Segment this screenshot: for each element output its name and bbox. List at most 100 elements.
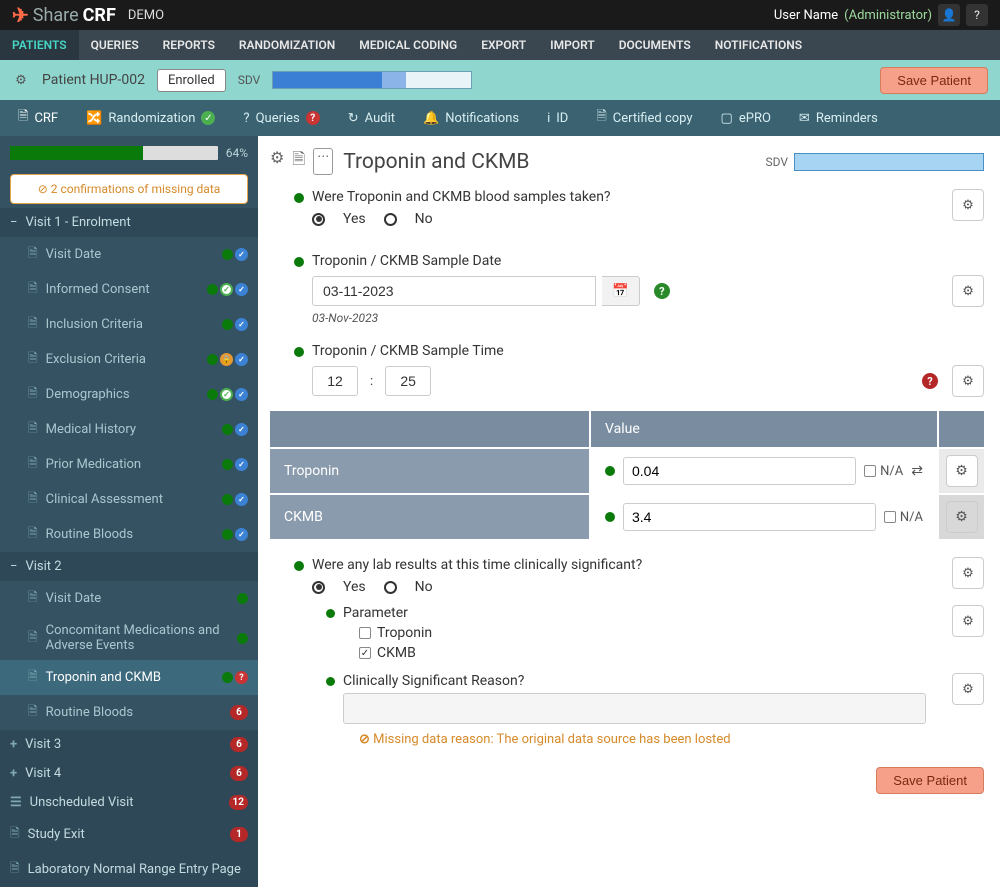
q4-no-radio[interactable] (384, 581, 397, 594)
nav-documents[interactable]: DOCUMENTS (607, 30, 703, 60)
user-name: User Name (774, 8, 838, 23)
sidebar-inclusion-criteria[interactable]: 🗎Inclusion Criteria✓ (0, 307, 258, 342)
subtab-crf[interactable]: 🗎CRF (18, 107, 58, 129)
time-mm-input[interactable] (385, 366, 431, 396)
visit-4-header[interactable]: +Visit 46 (0, 759, 258, 788)
visit-3-header[interactable]: +Visit 36 (0, 730, 258, 759)
sample-date-input[interactable] (312, 276, 596, 306)
time-hh-input[interactable] (312, 366, 358, 396)
logo: ✈ ShareCRF DEMO (12, 3, 164, 27)
status-dot (326, 677, 335, 686)
troponin-input[interactable] (623, 457, 856, 485)
nav-medical-coding[interactable]: MEDICAL CODING (347, 30, 469, 60)
user-icon[interactable]: 👤 (938, 4, 960, 26)
confirm-missing-banner[interactable]: ⊘ 2 confirmations of missing data (10, 174, 248, 204)
nav-queries[interactable]: QUERIES (79, 30, 151, 60)
sdv-page-progress (794, 153, 984, 171)
sdv-label: SDV (238, 73, 261, 87)
page-icon[interactable]: 🗎 (292, 148, 305, 175)
nav-randomization[interactable]: RANDOMIZATION (227, 30, 347, 60)
q4-gear-button[interactable]: ⚙ (952, 557, 984, 589)
subtab-epro[interactable]: ▢ePRO (721, 111, 771, 126)
doc-icon: 🗎 (28, 384, 38, 405)
sidebar-informed-consent[interactable]: 🗎Informed Consent✓✓ (0, 272, 258, 307)
q1-gear-button[interactable]: ⚙ (952, 189, 984, 221)
save-patient-button[interactable]: Save Patient (880, 67, 988, 94)
patient-status: Enrolled (157, 69, 226, 92)
nav-reports[interactable]: REPORTS (151, 30, 227, 60)
visit-2-header[interactable]: −Visit 2 (0, 552, 258, 581)
parameter-label: Parameter (343, 605, 944, 621)
q3-label: Troponin / CKMB Sample Time (312, 343, 984, 359)
subtab-id[interactable]: iID (547, 111, 568, 126)
subtab-notifications[interactable]: 🔔Notifications (423, 111, 519, 126)
subtab-reminders[interactable]: ✉Reminders (799, 111, 878, 126)
nav-notifications[interactable]: NOTIFICATIONS (703, 30, 814, 60)
param-ckmb-label: CKMB (377, 645, 416, 661)
date-formatted: 03-Nov-2023 (312, 311, 984, 325)
progress-pct: 64% (226, 146, 248, 160)
na-checkbox[interactable] (864, 465, 876, 477)
sub-nav: 🗎CRF 🔀Randomization✓ ?Queries? ↻Audit 🔔N… (0, 100, 1000, 136)
q3-gear-button[interactable]: ⚙ (952, 365, 984, 397)
sidebar-v2-visit-date[interactable]: 🗎Visit Date (0, 581, 258, 616)
doc-icon: 🗎 (10, 824, 20, 845)
doc-icon: 🗎 (28, 454, 38, 475)
nav-import[interactable]: IMPORT (538, 30, 607, 60)
nav-patients[interactable]: PATIENTS (0, 30, 79, 60)
sidebar-prior-medication[interactable]: 🗎Prior Medication✓ (0, 447, 258, 482)
sidebar-v2-troponin[interactable]: 🗎Troponin and CKMB? (0, 660, 258, 695)
patient-gear-icon[interactable]: ⚙ (12, 71, 30, 89)
doc-icon: 🗎 (28, 279, 38, 300)
subtab-certified[interactable]: 🗎Certified copy (596, 107, 692, 129)
save-patient-button-bottom[interactable]: Save Patient (876, 767, 984, 794)
yes-label: Yes (343, 579, 366, 595)
sidebar-routine-bloods[interactable]: 🗎Routine Bloods✓ (0, 517, 258, 552)
q1-no-radio[interactable] (384, 213, 397, 226)
visit-1-header[interactable]: −Visit 1 - Enrolment (0, 208, 258, 237)
doc-icon: 🗎 (28, 314, 38, 335)
help-icon[interactable]: ? (966, 4, 988, 26)
csr-gear-button[interactable]: ⚙ (952, 673, 984, 705)
logo-arrow-icon: ✈ (12, 3, 29, 27)
badge: 6 (230, 705, 248, 720)
help-icon[interactable]: ? (654, 283, 670, 299)
sidebar-v2-conmed[interactable]: 🗎Concomitant Medications and Adverse Eve… (0, 616, 258, 660)
param-troponin-checkbox[interactable] (359, 627, 371, 639)
param-gear-button[interactable]: ⚙ (952, 605, 984, 637)
study-exit[interactable]: 🗎Study Exit1 (0, 817, 258, 852)
lab-normal-range[interactable]: 🗎Laboratory Normal Range Entry Page (0, 852, 258, 887)
subtab-audit[interactable]: ↻Audit (348, 111, 395, 126)
alert-icon[interactable]: ? (922, 373, 938, 389)
row-gear-button[interactable]: ⚙ (946, 455, 978, 487)
nav-export[interactable]: EXPORT (469, 30, 538, 60)
more-icon[interactable]: ⋯ (313, 148, 333, 175)
doc-icon: 🗎 (28, 628, 38, 649)
subtab-queries[interactable]: ?Queries? (243, 111, 319, 126)
q2-label: Troponin / CKMB Sample Date (312, 253, 984, 269)
q1-yes-radio[interactable] (312, 213, 325, 226)
calendar-button[interactable]: 📅 (602, 276, 640, 306)
param-ckmb-checkbox[interactable]: ✓ (359, 647, 371, 659)
sidebar-clinical-assessment[interactable]: 🗎Clinical Assessment✓ (0, 482, 258, 517)
q1-label: Were Troponin and CKMB blood samples tak… (312, 189, 944, 205)
sidebar-v2-routine-bloods[interactable]: 🗎Routine Bloods6 (0, 695, 258, 730)
gear-icon[interactable]: ⚙ (270, 148, 284, 175)
na-checkbox[interactable] (884, 511, 896, 523)
sidebar-exclusion-criteria[interactable]: 🗎Exclusion Criteria🔒✓ (0, 342, 258, 377)
row-gear-button[interactable]: ⚙ (946, 501, 978, 533)
subtab-randomization[interactable]: 🔀Randomization✓ (86, 111, 215, 126)
ckmb-input[interactable] (623, 503, 876, 531)
sidebar-visit-date[interactable]: 🗎Visit Date✓ (0, 237, 258, 272)
topbar: ✈ ShareCRF DEMO User Name (Administrator… (0, 0, 1000, 30)
q4-yes-radio[interactable] (312, 581, 325, 594)
swap-icon[interactable]: ⇄ (911, 463, 923, 479)
missing-data-warning: ⊘ Missing data reason: The original data… (359, 732, 944, 747)
unscheduled-visit[interactable]: ☰Unscheduled Visit12 (0, 788, 258, 817)
bell-icon: 🔔 (423, 111, 439, 126)
csr-input[interactable] (343, 693, 926, 724)
sidebar-medical-history[interactable]: 🗎Medical History✓ (0, 412, 258, 447)
q2-gear-button[interactable]: ⚙ (952, 275, 984, 307)
status-dot (294, 193, 304, 203)
sidebar-demographics[interactable]: 🗎Demographics✓✓ (0, 377, 258, 412)
